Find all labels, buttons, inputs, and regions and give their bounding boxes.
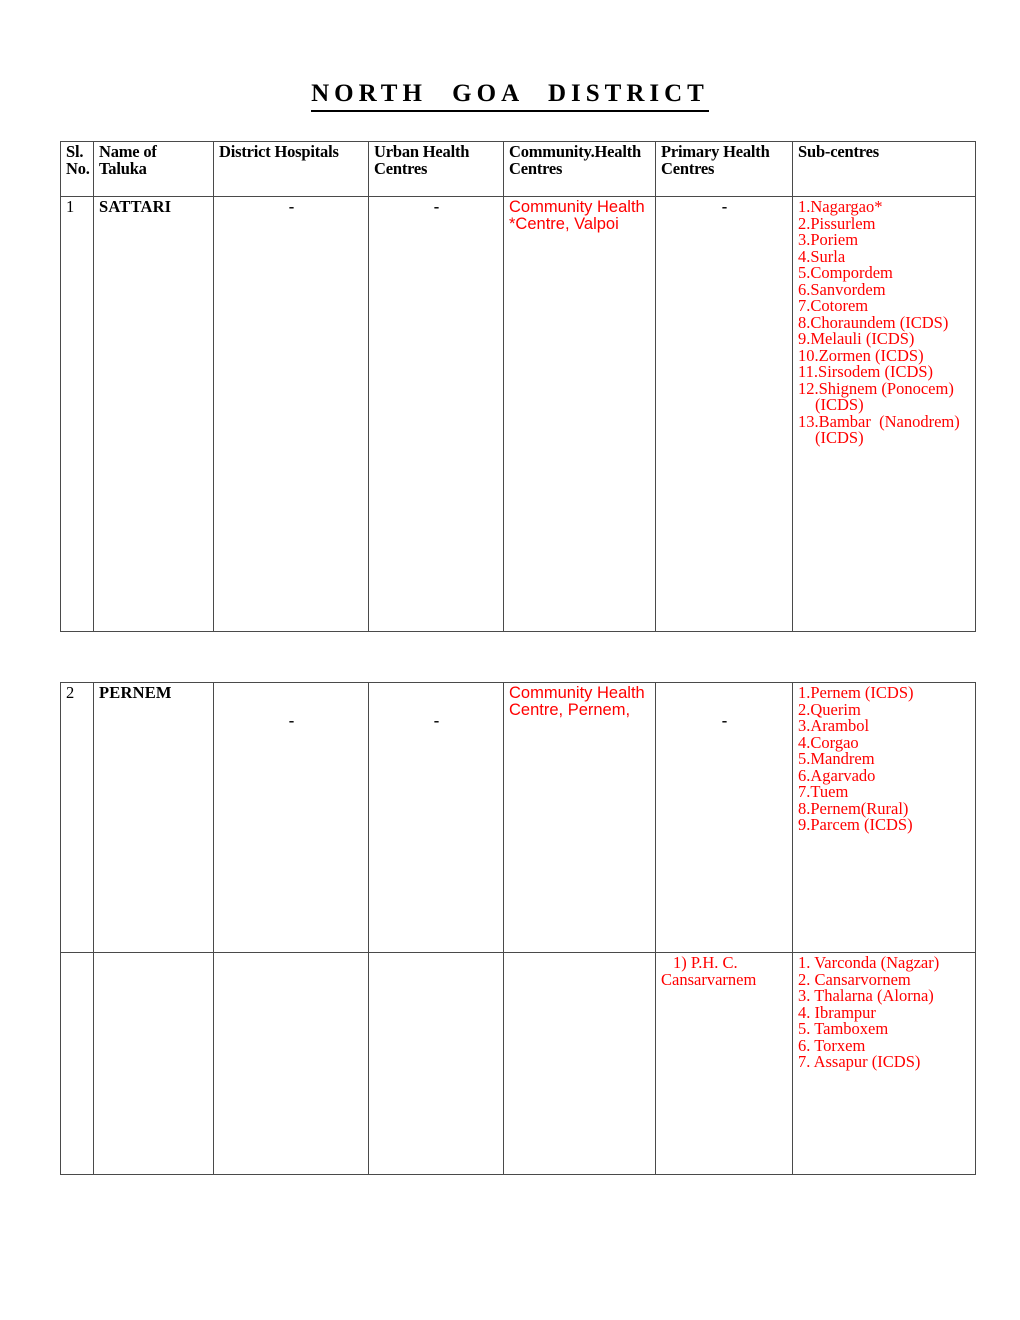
cell-sl-no: 1: [60, 196, 94, 632]
header-sl-no: Sl. No.: [60, 141, 94, 197]
page-title-text: NORTH GOA DISTRICT: [311, 80, 709, 112]
cell-primary-health-centres: -: [655, 682, 793, 953]
cell-taluka-empty: [93, 952, 214, 1175]
chc-line2: *Centre, Valpoi: [509, 214, 619, 233]
header-taluka-line2: Taluka: [99, 158, 147, 178]
table-sattari: Sl. No. Name of Taluka District Hospital…: [60, 141, 976, 632]
cell-community-health-centres: Community Health Centre, Pernem,: [503, 682, 656, 953]
table-pernem: 2 PERNEM - - Community Health Centre, Pe…: [60, 682, 976, 1175]
cell-sl-no-empty: [60, 952, 94, 1175]
header-urban-health-centres: Urban Health Centres: [368, 141, 504, 197]
cell-community-health-centres: Community Health *Centre, Valpoi: [503, 196, 656, 632]
table-header-row: Sl. No. Name of Taluka District Hospital…: [60, 141, 976, 197]
cell-primary-health-centres: -: [655, 196, 793, 632]
cell-sub-centres: 1.Pernem (ICDS) 2.Querim 3.Arambol 4.Cor…: [792, 682, 976, 953]
cell-sl-no: 2: [60, 682, 94, 953]
header-primary-health-centres: Primary Health Centres: [655, 141, 793, 197]
document-page: NORTH GOA DISTRICT Sl. No. Name of Taluk…: [0, 0, 1020, 1320]
cell-urban-health-centres: -: [368, 682, 504, 953]
table-row: 1 SATTARI - - Community Health *Centre, …: [60, 196, 976, 632]
cell-district-hospitals: -: [213, 196, 369, 632]
cell-sub-centres: 1.Nagargao* 2.Pissurlem 3.Poriem 4.Surla…: [792, 196, 976, 632]
phc-item-continuation: Cansarvarnem: [661, 969, 757, 989]
chc-line2: Centre, Pernem,: [509, 700, 631, 719]
cell-district-hospitals: -: [213, 682, 369, 953]
header-chc-line2: Centres: [509, 158, 563, 178]
page-title: NORTH GOA DISTRICT: [0, 80, 1020, 112]
header-district-hospitals: District Hospitals: [213, 141, 369, 197]
cell-taluka-name: PERNEM: [93, 682, 214, 953]
header-sub-centres: Sub-centres: [792, 141, 976, 197]
sub-centre-item: 9.Parcem (ICDS): [798, 815, 913, 834]
header-community-health-centres: Community.Health Centres: [503, 141, 656, 197]
chc-line1: Community Health: [509, 684, 645, 702]
cell-district-hospitals-empty: [213, 952, 369, 1175]
table-row-secondary: 1) P.H. C. Cansarvarnem 1. Varconda (Nag…: [60, 952, 976, 1175]
header-uhc-line2: Centres: [374, 158, 428, 178]
chc-line1: Community Health: [509, 198, 645, 216]
header-sl-no-line2: No.: [66, 158, 90, 178]
cell-urban-health-centres: -: [368, 196, 504, 632]
table-row: 2 PERNEM - - Community Health Centre, Pe…: [60, 682, 976, 953]
cell-urban-health-centres-empty: [368, 952, 504, 1175]
header-phc-line2: Centres: [661, 158, 715, 178]
cell-primary-health-centres: 1) P.H. C. Cansarvarnem: [655, 952, 793, 1175]
cell-taluka-name: SATTARI: [93, 196, 214, 632]
header-taluka: Name of Taluka: [93, 141, 214, 197]
cell-sub-centres: 1. Varconda (Nagzar) 2. Cansarvornem 3. …: [792, 952, 976, 1175]
sub-centre-item: 7. Assapur (ICDS): [798, 1052, 921, 1071]
sub-centre-item-continuation: (ICDS): [815, 428, 864, 447]
cell-community-health-centres-empty: [503, 952, 656, 1175]
